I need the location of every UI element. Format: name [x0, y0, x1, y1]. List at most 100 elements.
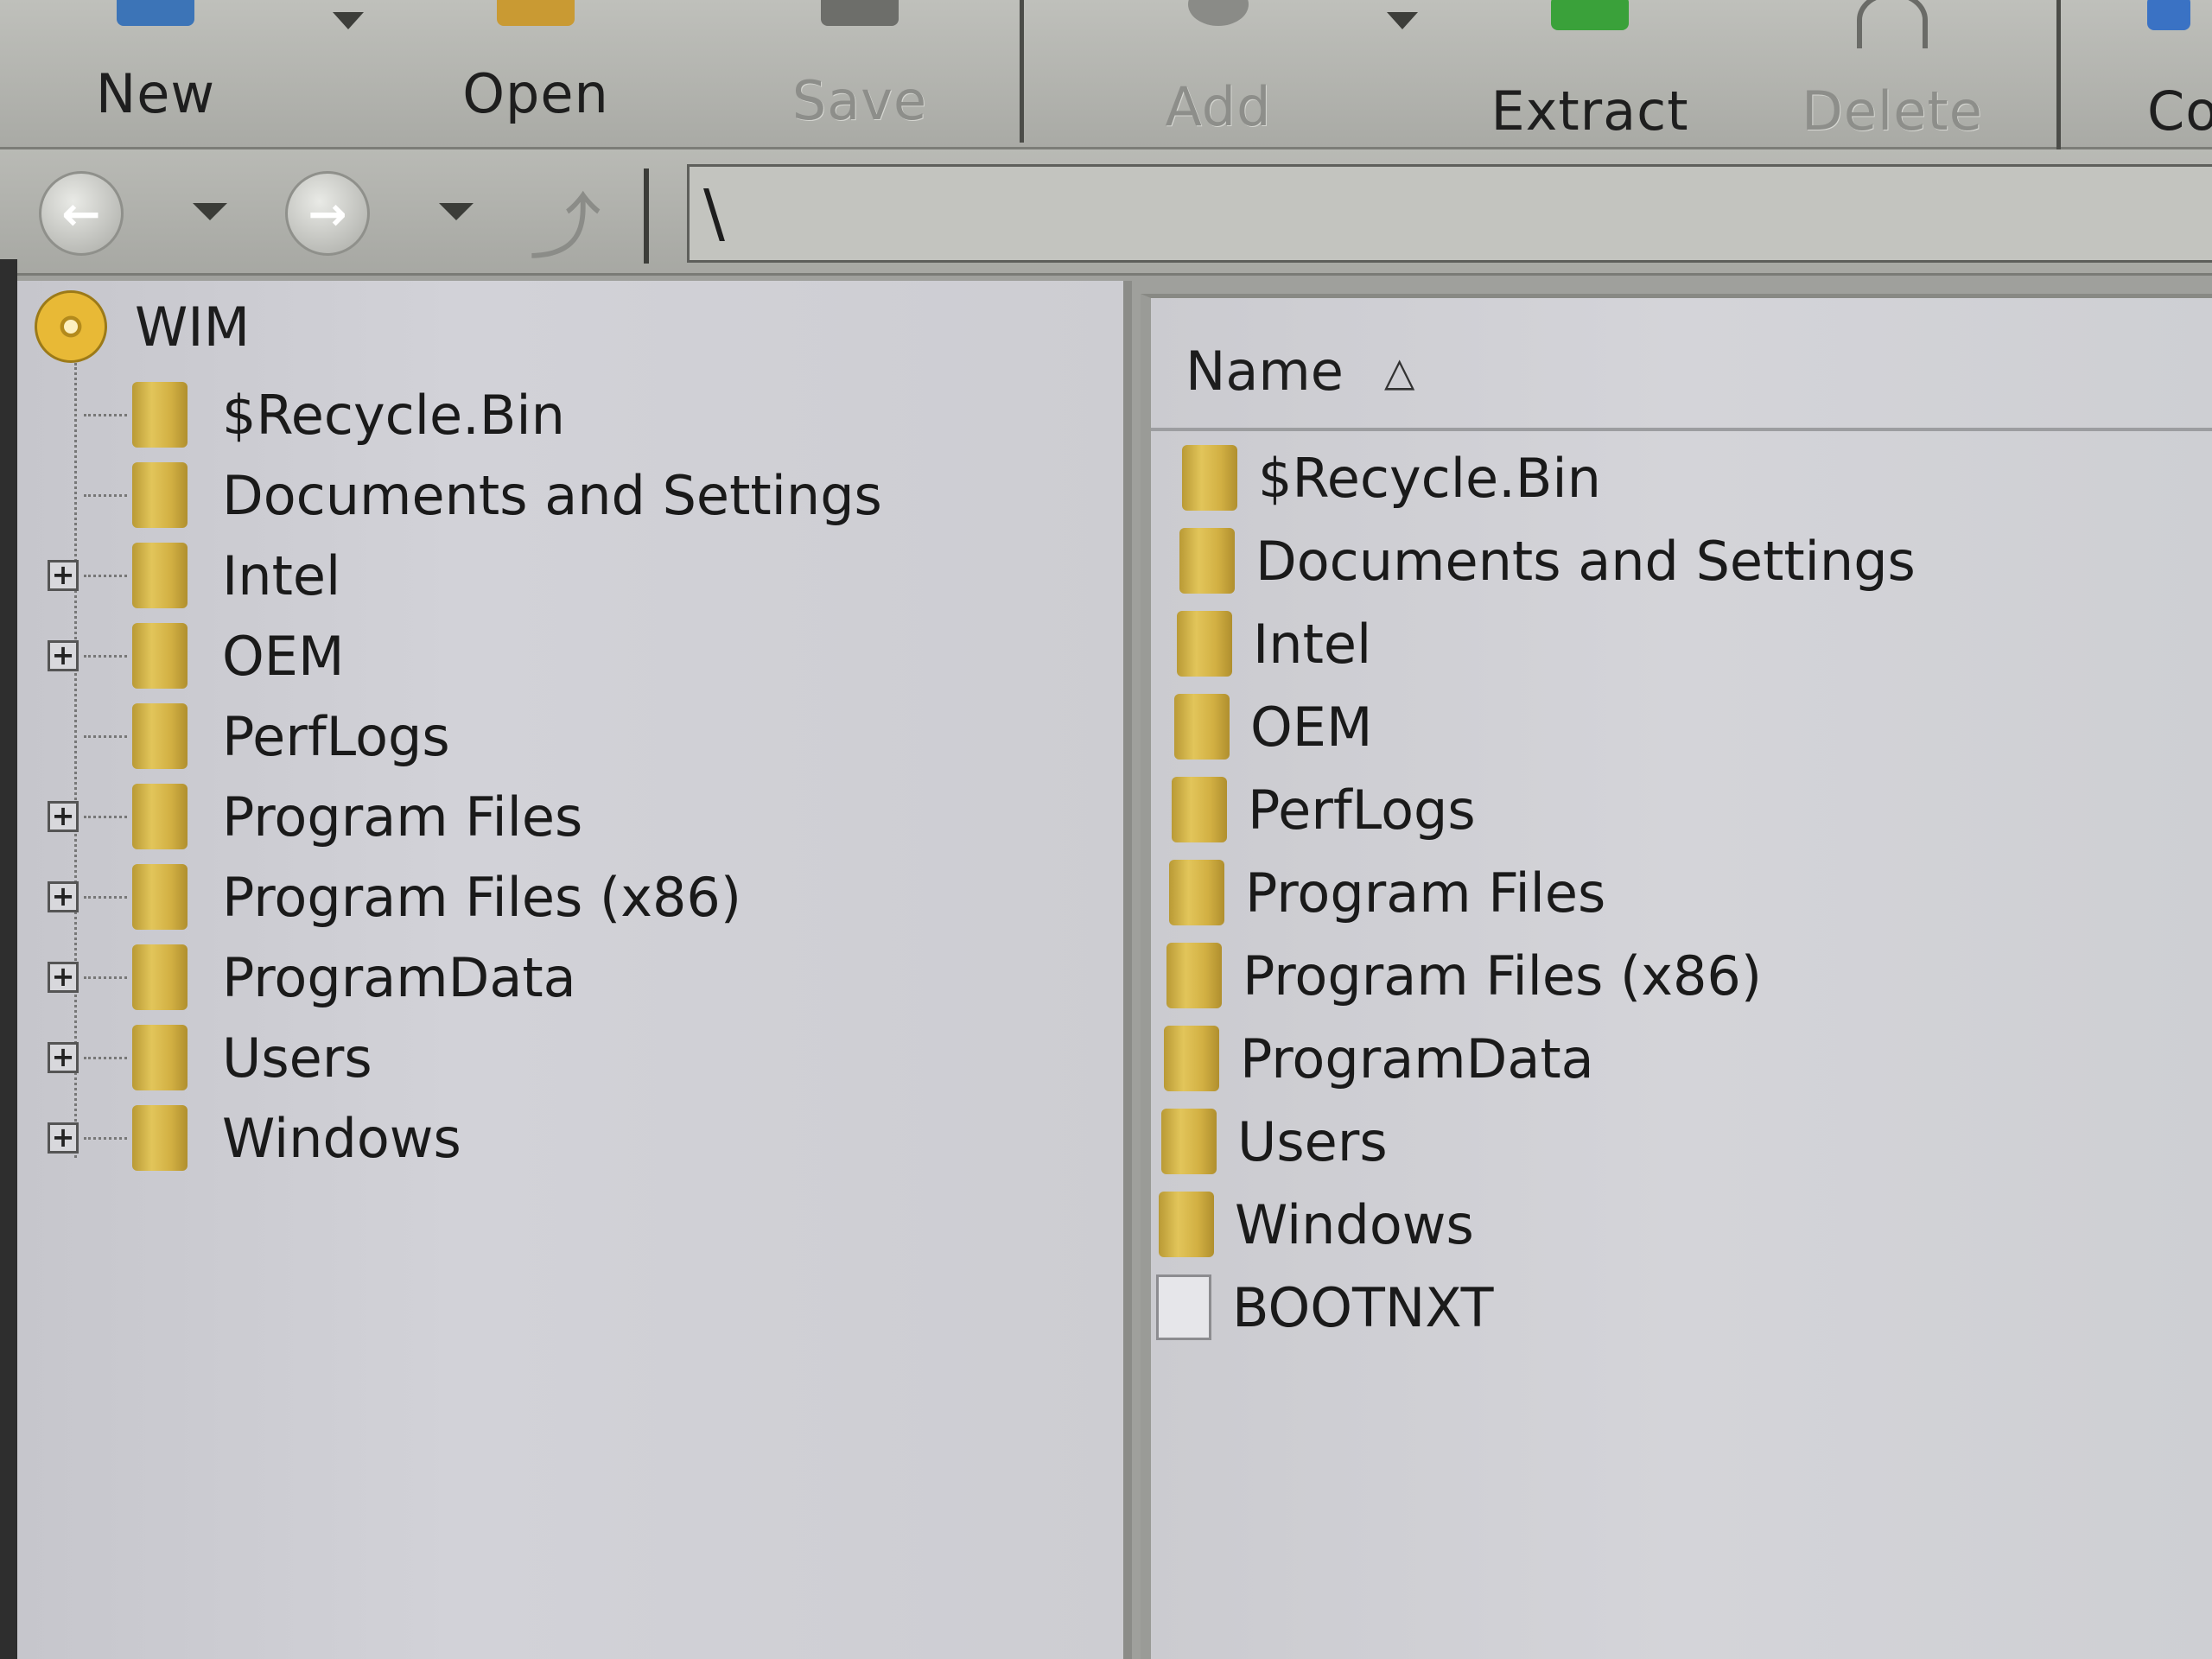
forward-history-dropdown-icon[interactable]	[439, 203, 474, 220]
tree-connector	[84, 493, 127, 497]
add-dropdown-arrow-icon[interactable]	[1387, 12, 1418, 29]
list-item-label: PerfLogs	[1248, 778, 1476, 842]
tree-item[interactable]: +$Recycle.Bin	[48, 380, 565, 449]
copy-button[interactable]: Co	[2147, 0, 2212, 143]
main-toolbar: New Open Save Add Extract Delete Co	[0, 0, 2212, 164]
address-input[interactable]	[687, 164, 2212, 263]
list-item[interactable]: Documents and Settings	[1179, 524, 1916, 598]
tree-item[interactable]: + Program Files (x86)	[48, 862, 741, 931]
list-item[interactable]: Program Files	[1169, 855, 1605, 930]
tree-item[interactable]: + OEM	[48, 621, 344, 690]
sort-ascending-icon: △	[1384, 348, 1415, 395]
tree-item-label: Documents and Settings	[222, 463, 882, 527]
tree-connector	[84, 574, 127, 577]
expand-plus-icon[interactable]: +	[48, 560, 79, 591]
tree-item[interactable]: +PerfLogs	[48, 702, 450, 771]
delete-label: Delete	[1802, 79, 1983, 143]
tree-item-label: PerfLogs	[222, 704, 450, 768]
back-button[interactable]: ←	[39, 171, 124, 256]
folder-icon	[132, 1105, 188, 1171]
list-item-label: OEM	[1250, 695, 1373, 759]
tree-item-label: Windows	[222, 1106, 461, 1170]
tree-item-label: Intel	[222, 543, 341, 607]
folder-icon	[132, 462, 188, 528]
list-item[interactable]: $Recycle.Bin	[1182, 441, 1601, 515]
column-header-bar: Name △	[1151, 298, 2212, 431]
list-item-label: BOOTNXT	[1232, 1275, 1494, 1339]
open-label: Open	[462, 62, 609, 125]
tree-connector	[84, 1136, 127, 1140]
new-icon	[117, 0, 194, 26]
folder-icon	[1161, 1109, 1217, 1174]
list-item-label: Program Files (x86)	[1243, 944, 1763, 1007]
list-item[interactable]: Intel	[1177, 607, 1371, 681]
tree-root[interactable]: WIM	[35, 290, 251, 363]
expand-plus-icon[interactable]: +	[48, 881, 79, 912]
expand-plus-icon[interactable]: +	[48, 1042, 79, 1073]
forward-button[interactable]: →	[285, 171, 370, 256]
tree-connector	[84, 976, 127, 979]
tree-item-label: OEM	[222, 624, 345, 688]
folder-icon	[132, 623, 188, 689]
folder-icon	[1174, 694, 1230, 760]
save-button[interactable]: Save	[773, 0, 946, 143]
up-folder-icon[interactable]: ⤴	[529, 169, 601, 274]
list-item-label: $Recycle.Bin	[1258, 446, 1601, 510]
folder-icon	[1179, 528, 1235, 594]
extract-button[interactable]: Extract	[1486, 0, 1694, 143]
file-icon	[1156, 1274, 1211, 1340]
folder-icon	[1164, 1026, 1219, 1091]
list-item[interactable]: BOOTNXT	[1156, 1270, 1494, 1344]
tree-item[interactable]: + ProgramData	[48, 943, 576, 1012]
extract-label: Extract	[1491, 79, 1689, 143]
expand-plus-icon[interactable]: +	[48, 962, 79, 993]
tree-connector	[84, 895, 127, 899]
expand-plus-icon[interactable]: +	[48, 801, 79, 832]
tree-connector	[84, 654, 127, 658]
folder-icon	[1166, 943, 1222, 1008]
name-column-header[interactable]: Name	[1185, 340, 1344, 403]
list-item[interactable]: Users	[1161, 1104, 1388, 1179]
open-folder-icon	[497, 0, 575, 26]
folder-icon	[132, 944, 188, 1010]
folder-icon	[132, 1025, 188, 1090]
folder-icon	[132, 703, 188, 769]
tree-item[interactable]: + Intel	[48, 541, 340, 610]
delete-button[interactable]: Delete	[1802, 0, 1982, 143]
list-item-label: Program Files	[1245, 861, 1606, 925]
back-history-dropdown-icon[interactable]	[193, 203, 227, 220]
tree-item-label: Users	[222, 1026, 372, 1090]
tree-item[interactable]: + Users	[48, 1023, 372, 1092]
tree-item[interactable]: + Program Files	[48, 782, 582, 851]
list-item-label: ProgramData	[1240, 1027, 1594, 1090]
expand-plus-icon[interactable]: +	[48, 1122, 79, 1154]
folder-icon	[132, 543, 188, 608]
tree-root-label: WIM	[135, 295, 251, 359]
toolbar-separator	[2056, 0, 2061, 164]
folder-icon	[132, 382, 188, 448]
tree-connector	[84, 815, 127, 818]
list-item[interactable]: ProgramData	[1164, 1021, 1594, 1096]
folder-icon	[1169, 860, 1224, 925]
add-label: Add	[1165, 75, 1272, 138]
save-icon	[821, 0, 899, 26]
expand-plus-icon[interactable]: +	[48, 640, 79, 671]
extract-icon	[1551, 0, 1629, 30]
list-item[interactable]: Windows	[1159, 1187, 1474, 1262]
tree-item[interactable]: + Windows	[48, 1103, 461, 1173]
list-item[interactable]: PerfLogs	[1172, 772, 1476, 847]
tree-item-label: Program Files (x86)	[222, 865, 742, 929]
folder-icon	[132, 864, 188, 930]
list-item[interactable]: OEM	[1174, 690, 1372, 764]
add-button[interactable]: Add	[1149, 0, 1287, 143]
folder-icon	[1182, 445, 1237, 511]
tree-connector	[84, 734, 127, 738]
list-item-label: Users	[1237, 1109, 1388, 1173]
folder-icon	[1177, 611, 1232, 677]
list-item[interactable]: Program Files (x86)	[1166, 938, 1762, 1013]
new-dropdown-arrow-icon[interactable]	[333, 12, 364, 29]
new-button[interactable]: New	[86, 0, 225, 143]
address-separator	[644, 168, 649, 264]
open-button[interactable]: Open	[449, 0, 622, 143]
tree-item[interactable]: +Documents and Settings	[48, 461, 882, 530]
